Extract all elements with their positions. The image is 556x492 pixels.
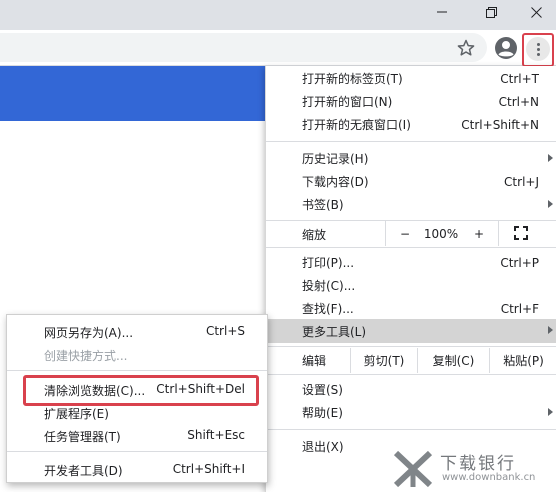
submenu-item-label: 任务管理器(T) bbox=[44, 430, 121, 444]
divider bbox=[498, 221, 499, 246]
submenu-item-save-page[interactable]: 网页另存为(A)... Ctrl+S bbox=[7, 320, 267, 342]
menu-item-shortcut: Ctrl+N bbox=[498, 94, 539, 109]
submenu-item-dev-tools[interactable]: 开发者工具(D) Ctrl+Shift+I bbox=[7, 458, 267, 480]
edit-row: 编辑 剪切(T) 复制(C) 粘贴(P) bbox=[266, 348, 556, 373]
watermark-title: 下载银行 bbox=[440, 454, 516, 474]
browser-toolbar bbox=[0, 30, 556, 66]
close-icon bbox=[530, 6, 542, 18]
zoom-out-button[interactable]: − bbox=[394, 221, 416, 246]
cut-button[interactable]: 剪切(T) bbox=[351, 348, 417, 372]
submenu-item-shortcut: Shift+Esc bbox=[187, 428, 245, 442]
menu-item-shortcut: Ctrl+F bbox=[500, 301, 539, 316]
vertical-ellipsis-icon bbox=[536, 42, 540, 46]
menu-item-label: 书签(B) bbox=[302, 198, 344, 212]
submenu-item-create-shortcut: 创建快捷方式... bbox=[7, 343, 267, 365]
menu-item-label: 打开新的无痕窗口(I) bbox=[302, 118, 411, 132]
menu-separator bbox=[266, 429, 556, 430]
zoom-label: 缩放 bbox=[302, 228, 327, 242]
menu-separator bbox=[7, 370, 267, 371]
chrome-main-menu: 打开新的标签页(T) Ctrl+T 打开新的窗口(N) Ctrl+N 打开新的无… bbox=[265, 66, 556, 492]
menu-item-new-window[interactable]: 打开新的窗口(N) Ctrl+N bbox=[266, 90, 556, 113]
menu-item-cast[interactable]: 投射(C)... bbox=[266, 274, 556, 297]
menu-item-label: 打开新的窗口(N) bbox=[302, 95, 393, 109]
watermark-logo-icon bbox=[393, 450, 433, 488]
menu-separator bbox=[266, 374, 556, 375]
menu-item-label: 更多工具(L) bbox=[302, 324, 367, 339]
zoom-in-button[interactable]: + bbox=[468, 221, 490, 246]
menu-item-bookmarks[interactable]: 书签(B) bbox=[266, 193, 556, 216]
menu-item-label: 退出(X) bbox=[302, 440, 344, 454]
menu-separator bbox=[266, 346, 556, 347]
profile-icon[interactable] bbox=[494, 36, 518, 60]
menu-item-incognito[interactable]: 打开新的无痕窗口(I) Ctrl+Shift+N bbox=[266, 113, 556, 136]
submenu-arrow-icon bbox=[548, 200, 553, 208]
menu-item-label: 投射(C)... bbox=[302, 279, 356, 293]
submenu-arrow-icon bbox=[548, 408, 553, 416]
divider bbox=[385, 221, 386, 246]
submenu-item-label: 网页另存为(A)... bbox=[44, 326, 134, 340]
main-menu-button[interactable] bbox=[526, 37, 550, 61]
dot bbox=[536, 52, 540, 56]
submenu-item-label: 创建快捷方式... bbox=[44, 349, 128, 363]
menu-item-shortcut: Ctrl+T bbox=[500, 71, 539, 86]
submenu-item-extensions[interactable]: 扩展程序(E) bbox=[7, 401, 267, 423]
paste-button[interactable]: 粘贴(P) bbox=[490, 348, 556, 372]
menu-item-help[interactable]: 帮助(E) bbox=[266, 401, 556, 424]
menu-item-find[interactable]: 查找(F)... Ctrl+F bbox=[266, 297, 556, 320]
menu-item-label: 打印(P)... bbox=[302, 256, 355, 270]
menu-item-shortcut: Ctrl+J bbox=[504, 174, 539, 189]
menu-item-new-tab[interactable]: 打开新的标签页(T) Ctrl+T bbox=[266, 67, 556, 90]
submenu-item-shortcut: Ctrl+Shift+I bbox=[172, 462, 245, 476]
watermark-url: www.downbank.cn bbox=[442, 472, 536, 483]
title-bar bbox=[0, 0, 556, 30]
submenu-arrow-icon bbox=[548, 154, 553, 162]
fullscreen-icon[interactable] bbox=[514, 226, 528, 240]
menu-item-downloads[interactable]: 下载内容(D) Ctrl+J bbox=[266, 170, 556, 193]
menu-separator bbox=[266, 141, 556, 142]
menu-item-settings[interactable]: 设置(S) bbox=[266, 378, 556, 401]
restore-button[interactable] bbox=[471, 0, 511, 24]
star-icon[interactable] bbox=[455, 37, 477, 59]
menu-item-shortcut: Ctrl+Shift+N bbox=[461, 117, 539, 132]
menu-item-print[interactable]: 打印(P)... Ctrl+P bbox=[266, 251, 556, 274]
submenu-item-label: 扩展程序(E) bbox=[44, 407, 109, 421]
menu-item-label: 下载内容(D) bbox=[302, 175, 369, 189]
menu-item-label: 设置(S) bbox=[302, 383, 343, 397]
menu-item-label: 查找(F)... bbox=[302, 302, 354, 316]
submenu-arrow-icon bbox=[548, 326, 553, 334]
watermark: 下载银行 www.downbank.cn bbox=[388, 445, 556, 492]
close-button[interactable] bbox=[516, 0, 556, 24]
minimize-icon bbox=[437, 11, 447, 13]
menu-separator bbox=[266, 247, 556, 248]
menu-item-more-tools[interactable]: 更多工具(L) bbox=[266, 319, 556, 343]
menu-separator bbox=[7, 451, 267, 452]
menu-item-shortcut: Ctrl+P bbox=[500, 255, 539, 270]
restore-icon bbox=[485, 6, 497, 18]
copy-button[interactable]: 复制(C) bbox=[418, 348, 489, 372]
zoom-value: 100% bbox=[423, 226, 459, 241]
submenu-item-shortcut: Ctrl+S bbox=[205, 324, 245, 338]
submenu-item-task-manager[interactable]: 任务管理器(T) Shift+Esc bbox=[7, 424, 267, 446]
more-tools-submenu: 网页另存为(A)... Ctrl+S 创建快捷方式... 清除浏览数据(C)..… bbox=[6, 314, 268, 483]
zoom-row: 缩放 − 100% + bbox=[266, 221, 556, 246]
menu-item-label: 打开新的标签页(T) bbox=[302, 72, 403, 86]
edit-label: 编辑 bbox=[302, 354, 327, 368]
dot bbox=[536, 47, 540, 51]
address-bar[interactable] bbox=[0, 33, 487, 62]
submenu-item-label: 开发者工具(D) bbox=[44, 464, 123, 478]
menu-item-label: 历史记录(H) bbox=[302, 152, 369, 166]
minimize-button[interactable] bbox=[422, 0, 462, 24]
menu-item-history[interactable]: 历史记录(H) bbox=[266, 147, 556, 170]
menu-item-label: 帮助(E) bbox=[302, 406, 343, 420]
